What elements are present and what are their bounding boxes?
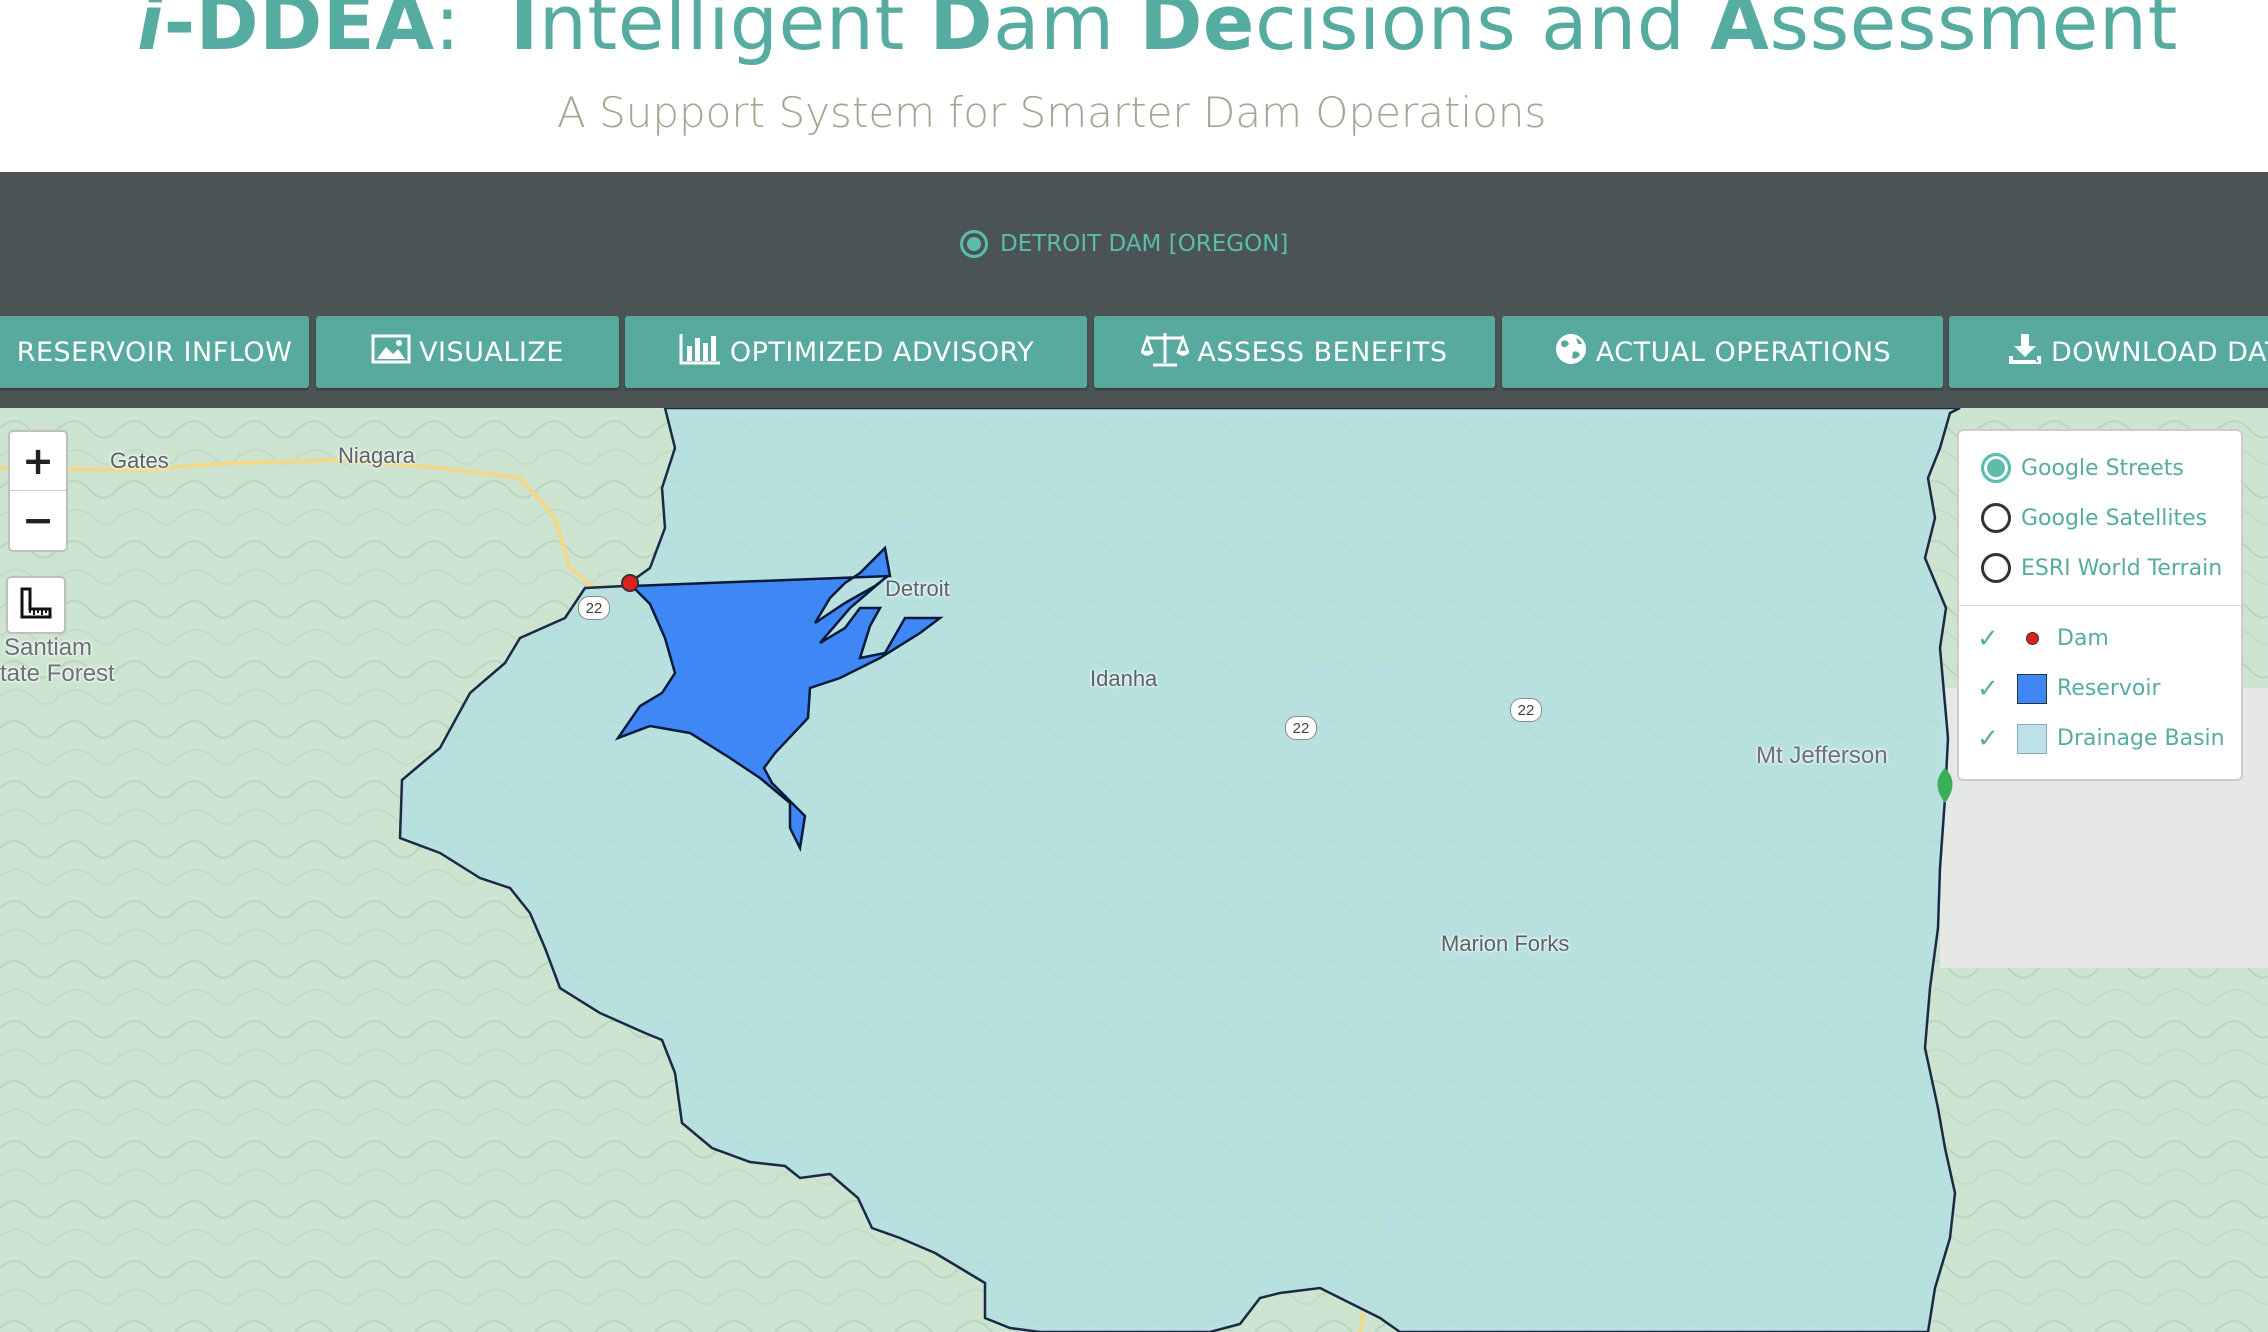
base-layer-label: ESRI World Terrain (2021, 555, 2223, 581)
checkmark-icon[interactable]: ✓ (1977, 723, 2007, 754)
layer-control-panel: Google Streets Google Satellites ESRI Wo… (1957, 429, 2243, 781)
balance-scale-icon (1140, 330, 1191, 375)
title-prefix: i (137, 0, 164, 67)
map-label-mt-jefferson: Mt Jefferson (1756, 742, 1888, 769)
dam-selector-label: DETROIT DAM [OREGON] (1000, 231, 1289, 257)
title-dash: - (163, 0, 196, 67)
globe-icon (1554, 332, 1588, 373)
page-header: i-DDEA: Intelligent Dam Decisions and As… (0, 0, 2268, 172)
drainage-basin-legend-icon (2017, 723, 2047, 754)
map-label-state-forest: tate Forest (0, 660, 115, 687)
title-cap-a: A (1710, 0, 1770, 67)
zoom-control: + − (8, 430, 68, 552)
title-word-assessment: ssessment (1769, 0, 2178, 67)
bar-chart-icon (678, 332, 722, 373)
title-cap-de: De (1139, 0, 1255, 67)
checkmark-icon[interactable]: ✓ (1977, 673, 2007, 704)
ruler-icon (19, 586, 53, 625)
map-label-gates: Gates (110, 448, 169, 473)
assess-benefits-button[interactable]: ASSESS BENEFITS (1094, 316, 1495, 388)
reservoir-inflow-label: RESERVOIR INFLOW (16, 336, 293, 368)
title-acronym: DDEA (195, 0, 435, 67)
optimized-advisory-button[interactable]: OPTIMIZED ADVISORY (625, 316, 1087, 388)
reservoir-inflow-button[interactable]: RESERVOIR INFLOW (0, 316, 309, 388)
route-shield-icon: 22 (1285, 716, 1317, 740)
download-data-label: DOWNLOAD DATA (2051, 336, 2268, 368)
overlay-label: Drainage Basin (2057, 726, 2225, 751)
radio-icon[interactable] (1981, 503, 2011, 533)
assess-benefits-label: ASSESS BENEFITS (1197, 336, 1448, 368)
download-data-button[interactable]: DOWNLOAD DATA (1949, 316, 2268, 388)
visualize-label: VISUALIZE (419, 336, 564, 368)
overlay-label: Dam (2057, 626, 2109, 651)
dam-radio-icon[interactable] (960, 230, 988, 258)
map-label-detroit: Detroit (885, 576, 950, 601)
reservoir-legend-icon (2017, 673, 2047, 704)
zoom-out-button[interactable]: − (10, 490, 66, 549)
title-word-decisions: cisions and (1254, 0, 1686, 67)
checkmark-icon[interactable]: ✓ (1977, 623, 2007, 654)
map-base-layer (0, 408, 2268, 1332)
title-word-intelligent: ntelligent (538, 0, 905, 67)
base-layer-google-streets[interactable]: Google Streets (1981, 453, 2184, 483)
base-layer-google-satellites[interactable]: Google Satellites (1981, 503, 2207, 533)
image-icon (371, 333, 411, 372)
radio-icon[interactable] (1981, 553, 2011, 583)
route-shield-icon: 22 (578, 596, 610, 620)
title-colon: : (434, 0, 461, 67)
base-layer-label: Google Streets (2021, 455, 2184, 481)
route-shield-icon: 22 (1510, 698, 1542, 722)
app-title: i-DDEA: Intelligent Dam Decisions and As… (137, 0, 2178, 67)
title-cap-d: D (929, 0, 994, 67)
zoom-in-button[interactable]: + (10, 432, 66, 490)
radio-selected-icon[interactable] (1981, 453, 2011, 483)
title-cap-i: I (509, 0, 539, 67)
map-label-niagara: Niagara (338, 443, 416, 468)
actual-operations-label: ACTUAL OPERATIONS (1595, 336, 1892, 368)
download-icon (2007, 332, 2043, 373)
map-canvas[interactable]: Gates Niagara Detroit Idanha Santiam tat… (0, 408, 2268, 1332)
overlay-label: Reservoir (2057, 676, 2161, 701)
measure-button[interactable] (6, 576, 66, 634)
map-label-santiam: Santiam (4, 634, 93, 661)
base-layer-esri-world-terrain[interactable]: ESRI World Terrain (1981, 553, 2222, 583)
map-label-marion-forks: Marion Forks (1441, 931, 1570, 956)
optimized-advisory-label: OPTIMIZED ADVISORY (729, 336, 1035, 368)
title-word-dam: am (993, 0, 1115, 67)
dam-legend-icon (2017, 624, 2047, 654)
dam-marker-icon[interactable] (621, 574, 639, 592)
map-label-idanha: Idanha (1090, 666, 1158, 691)
overlay-reservoir[interactable]: ✓ Reservoir (1977, 673, 2161, 704)
visualize-button[interactable]: VISUALIZE (316, 316, 619, 388)
overlay-dam[interactable]: ✓ Dam (1977, 623, 2109, 654)
actual-operations-button[interactable]: ACTUAL OPERATIONS (1502, 316, 1943, 388)
overlay-drainage-basin[interactable]: ✓ Drainage Basin (1977, 723, 2225, 754)
layer-divider (1959, 605, 2241, 606)
dam-selector[interactable]: DETROIT DAM [OREGON] (960, 230, 1288, 258)
app-subtitle: A Support System for Smarter Dam Operati… (557, 88, 1547, 137)
base-layer-label: Google Satellites (2021, 505, 2208, 531)
